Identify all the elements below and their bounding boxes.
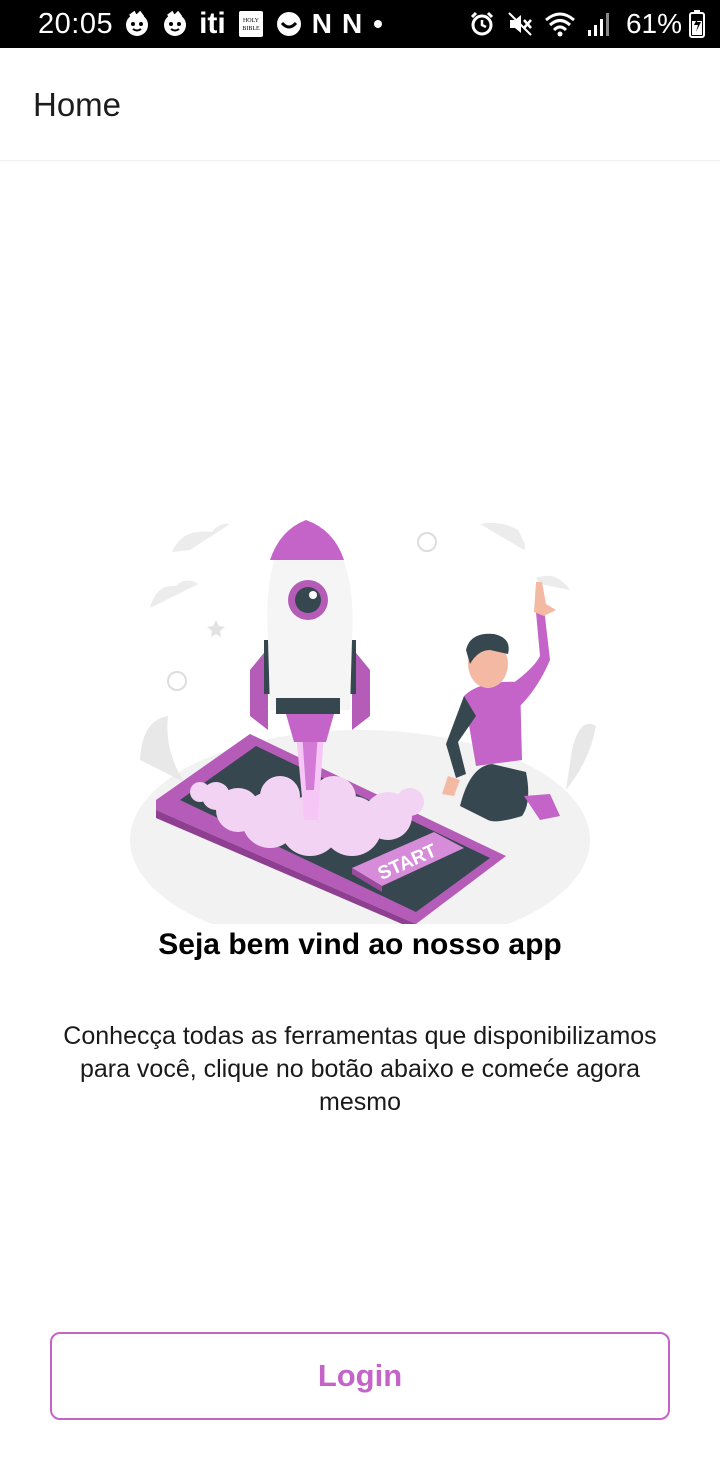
- netflix-icon: N: [341, 8, 363, 39]
- battery-percent: 61%: [625, 8, 682, 39]
- login-button-label: Login: [317, 1358, 403, 1393]
- welcome-title: Seja bem vind ao nosso app: [158, 928, 562, 961]
- rocket-launch-illustration: START: [120, 520, 600, 950]
- status-bar: 20:05 iti HOLY BIBLE N N 61%: [0, 0, 720, 48]
- battery-icon: [688, 9, 706, 39]
- mute-icon: [506, 10, 534, 38]
- welcome-description: Conhecça todas as ferramentas que dispon…: [63, 1022, 657, 1116]
- kid-face-icon: [161, 10, 189, 38]
- netflix-icon: N: [311, 8, 332, 39]
- app-bar: Home: [0, 48, 720, 161]
- status-time: 20:05: [38, 7, 114, 40]
- iti-app-icon: iti: [199, 7, 226, 40]
- signal-icon: [586, 10, 612, 38]
- alarm-icon: [468, 10, 496, 38]
- svg-text:BIBLE: BIBLE: [242, 26, 260, 32]
- page-title: Home: [33, 86, 122, 123]
- status-right: 61%: [468, 8, 706, 40]
- kid-face-icon: [123, 10, 151, 38]
- svg-text:HOLY: HOLY: [243, 18, 260, 24]
- face-icon: [276, 11, 302, 37]
- dot-icon: [372, 18, 384, 30]
- wifi-icon: [544, 10, 576, 38]
- login-button[interactable]: Login: [50, 1332, 670, 1420]
- holy-bible-icon: HOLY BIBLE: [236, 9, 266, 39]
